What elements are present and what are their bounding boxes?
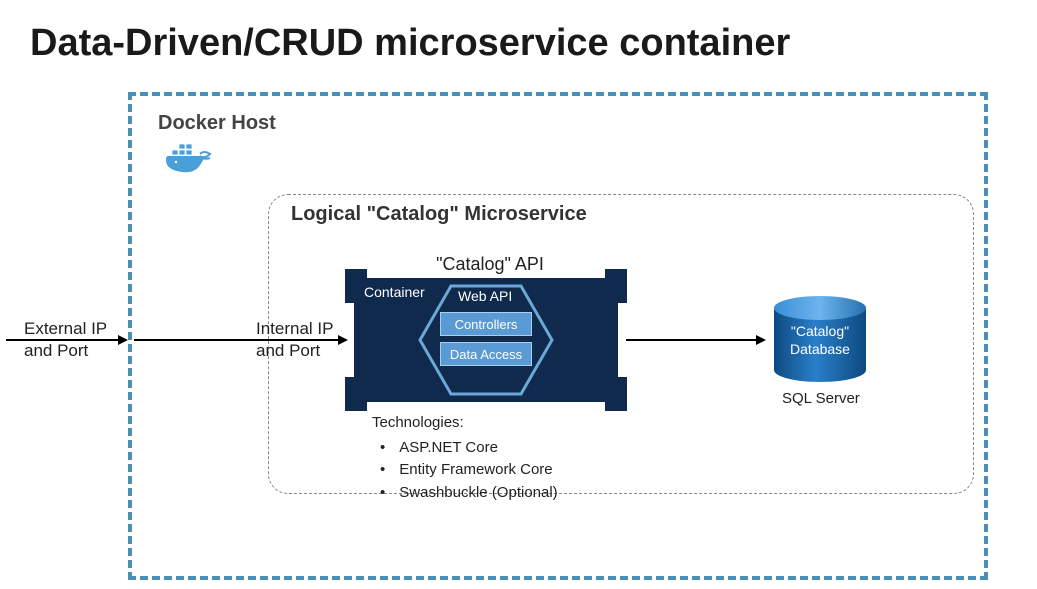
arrow-internal — [134, 339, 340, 341]
docker-icon — [166, 140, 218, 183]
catalog-api-label: "Catalog" API — [420, 254, 560, 275]
docker-host-label: Docker Host — [158, 112, 276, 135]
database-name-line1: "Catalog" — [770, 322, 870, 340]
technologies-list: ASP.NET Core Entity Framework Core Swash… — [372, 437, 558, 505]
external-ip-line1: External IP — [24, 318, 107, 340]
logical-microservice-label: Logical "Catalog" Microservice — [291, 203, 587, 226]
arrow-internal-head — [338, 335, 348, 345]
database-name-line2: Database — [770, 340, 870, 358]
sql-server-label: SQL Server — [782, 390, 860, 407]
tech-item: Swashbuckle (Optional) — [372, 482, 558, 505]
technologies-heading: Technologies: — [372, 412, 558, 435]
arrow-to-db-head — [756, 335, 766, 345]
internal-ip-line2: and Port — [256, 340, 334, 362]
internal-ip-line1: Internal IP — [256, 318, 334, 340]
webapi-hexagon: Web API Controllers Data Access — [416, 282, 556, 398]
webapi-label: Web API — [458, 288, 512, 304]
technologies-block: Technologies: ASP.NET Core Entity Framew… — [372, 412, 558, 504]
container-corner — [345, 399, 367, 411]
container-corner — [605, 269, 627, 281]
container-corner — [605, 399, 627, 411]
arrow-external — [6, 339, 120, 341]
arrow-to-db — [626, 339, 758, 341]
external-ip-line2: and Port — [24, 340, 107, 362]
database-cylinder: "Catalog" Database — [770, 294, 870, 384]
controllers-box: Controllers — [440, 312, 532, 336]
dataaccess-box: Data Access — [440, 342, 532, 366]
container-corner — [345, 269, 367, 281]
tech-item: Entity Framework Core — [372, 459, 558, 482]
database-label: "Catalog" Database — [770, 322, 870, 358]
page-title: Data-Driven/CRUD microservice container — [30, 22, 790, 65]
container-box: Container Web API Controllers Data Acces… — [354, 278, 618, 402]
arrow-external-head — [118, 335, 128, 345]
tech-item: ASP.NET Core — [372, 437, 558, 460]
